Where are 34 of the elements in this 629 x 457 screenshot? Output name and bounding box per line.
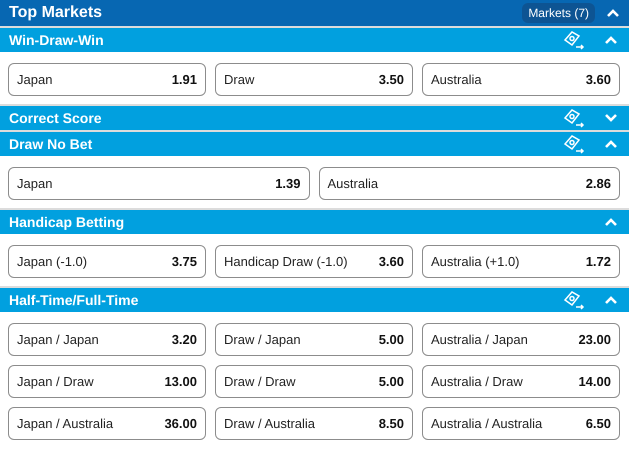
markets-count-button[interactable]: Markets (7)	[522, 3, 595, 23]
chevron-up-icon[interactable]	[605, 140, 617, 148]
odds-button[interactable]: Australia / Japan 23.00	[422, 323, 620, 356]
odds-button[interactable]: Australia 2.86	[318, 167, 620, 200]
odds-button[interactable]: Draw / Australia 8.50	[215, 407, 413, 440]
odds-button[interactable]: Handicap Draw (-1.0) 3.60	[215, 245, 413, 278]
chevron-up-icon[interactable]	[605, 218, 617, 226]
banknote-icon[interactable]	[563, 290, 585, 310]
odds-button[interactable]: Draw / Draw 5.00	[215, 365, 413, 398]
banknote-icon[interactable]	[563, 30, 585, 50]
banknote-icon[interactable]	[563, 134, 585, 154]
odds-button[interactable]: Japan / Draw 13.00	[8, 365, 206, 398]
market-title: Correct Score	[9, 110, 103, 126]
market-title: Half-Time/Full-Time	[9, 292, 140, 308]
odds-button[interactable]: Draw / Japan 5.00	[215, 323, 413, 356]
odds-button[interactable]: Japan 1.39	[8, 167, 310, 200]
odds-button[interactable]: Japan / Australia 36.00	[8, 407, 206, 440]
chevron-up-icon[interactable]	[605, 36, 617, 44]
market-title: Handicap Betting	[9, 214, 126, 230]
odds-button[interactable]: Australia (+1.0) 1.72	[422, 245, 620, 278]
odds-button[interactable]: Japan / Japan 3.20	[8, 323, 206, 356]
odds-button[interactable]: Australia / Australia 6.50	[422, 407, 620, 440]
chevron-up-icon[interactable]	[605, 296, 617, 304]
odds-button[interactable]: Japan 1.91	[8, 63, 206, 96]
chevron-up-icon[interactable]	[607, 9, 619, 17]
banknote-icon[interactable]	[563, 108, 585, 128]
odds-button[interactable]: Japan (-1.0) 3.75	[8, 245, 206, 278]
odds-button[interactable]: Australia 3.60	[422, 63, 620, 96]
odds-button[interactable]: Draw 3.50	[215, 63, 413, 96]
chevron-down-icon[interactable]	[605, 114, 617, 122]
header-title: Top Markets	[9, 4, 104, 22]
market-title: Draw No Bet	[9, 136, 94, 152]
odds-button[interactable]: Australia / Draw 14.00	[422, 365, 620, 398]
market-title: Win-Draw-Win	[9, 32, 105, 48]
